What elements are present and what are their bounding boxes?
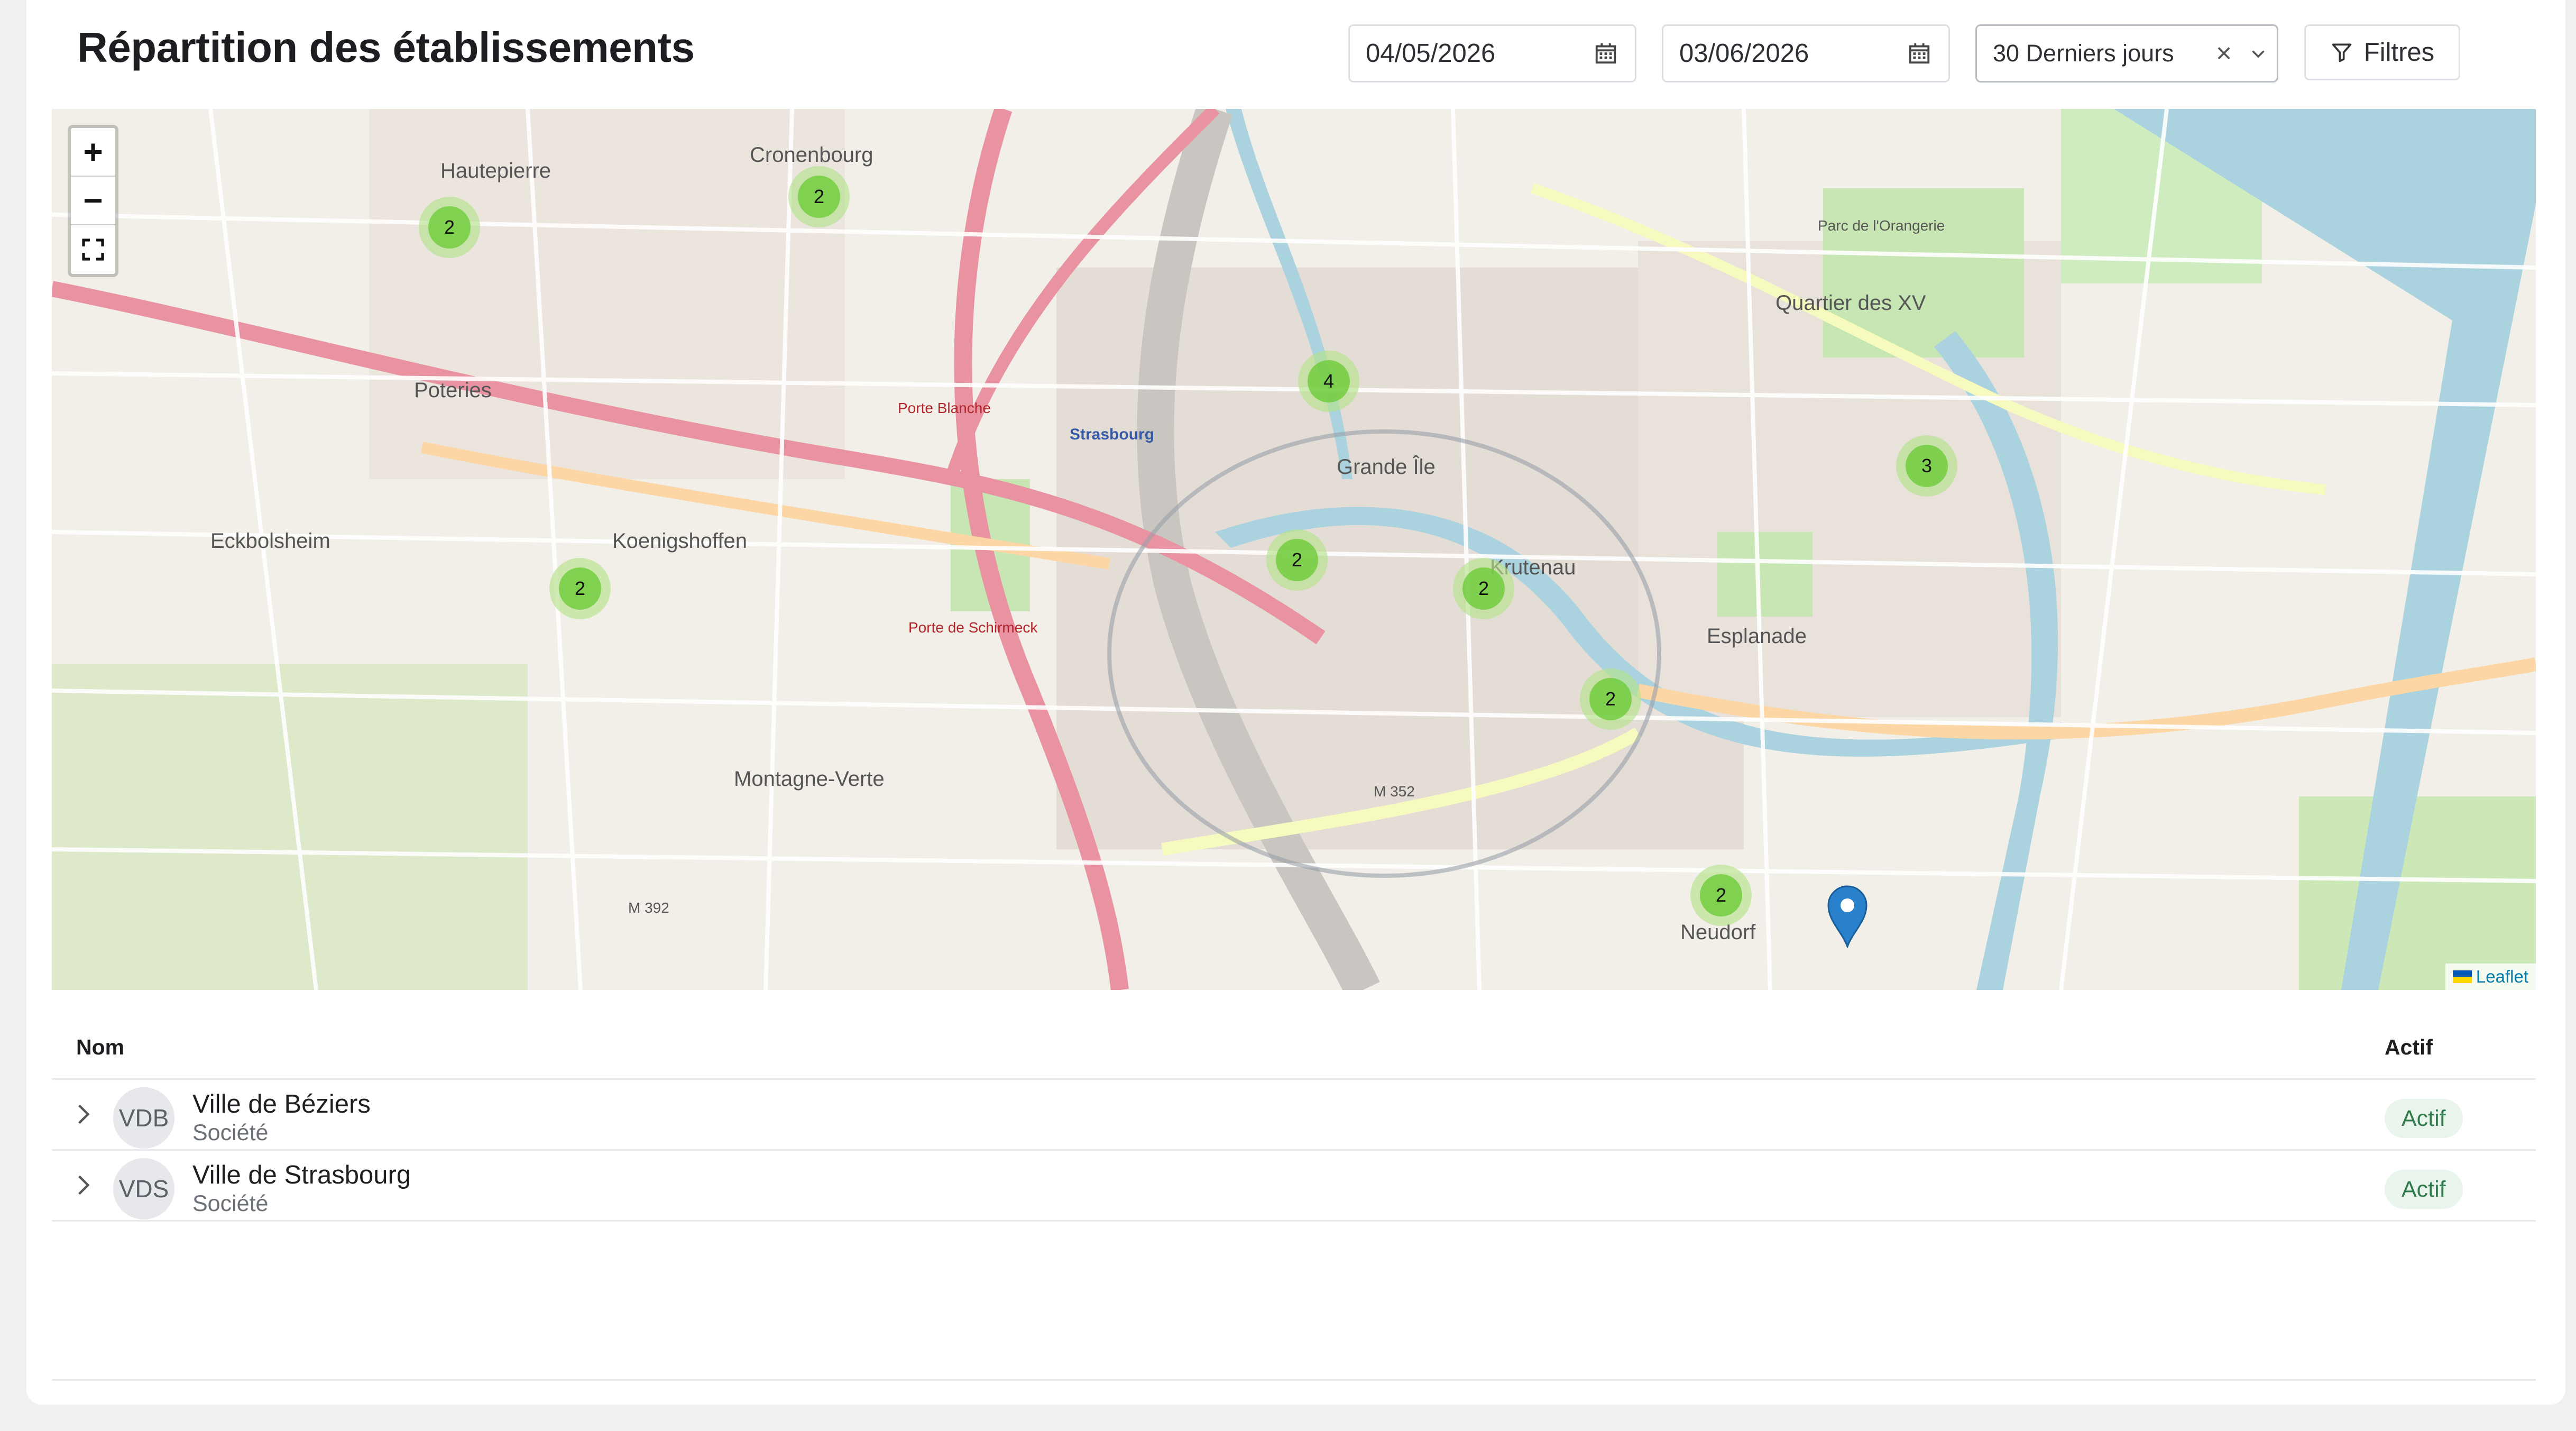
period-value: 30 Derniers jours bbox=[1993, 40, 2174, 67]
calendar-icon[interactable] bbox=[1577, 41, 1635, 66]
cluster-count: 4 bbox=[1308, 360, 1350, 402]
filters-label: Filtres bbox=[2363, 38, 2435, 67]
date-from-value: 04/05/2026 bbox=[1366, 39, 1496, 68]
chevron-right-icon[interactable] bbox=[73, 1101, 94, 1130]
map-cluster[interactable]: 3 bbox=[1896, 435, 1957, 497]
row-type: Société bbox=[192, 1191, 269, 1216]
date-from-field[interactable]: 04/05/2026 bbox=[1348, 24, 1636, 82]
fullscreen-icon bbox=[82, 238, 104, 261]
filters-button[interactable]: Filtres bbox=[2304, 24, 2460, 80]
clear-icon[interactable]: × bbox=[2208, 38, 2240, 69]
cluster-count: 3 bbox=[1906, 445, 1948, 487]
map-cluster[interactable]: 2 bbox=[1580, 668, 1641, 730]
chevron-right-icon[interactable] bbox=[73, 1172, 94, 1201]
map-label: Parc de l'Orangerie bbox=[1818, 217, 1945, 234]
date-to-value: 03/06/2026 bbox=[1679, 39, 1809, 68]
map-label: Strasbourg bbox=[1070, 426, 1154, 443]
row-name: Ville de Béziers bbox=[192, 1090, 371, 1118]
map-label: Cronenbourg bbox=[750, 143, 873, 167]
avatar: VDS bbox=[113, 1158, 174, 1219]
attribution-link[interactable]: Leaflet bbox=[2476, 967, 2528, 987]
zoom-control: + − bbox=[68, 125, 118, 277]
map[interactable]: Cronenbourg Hautepierre Poteries Koenigs… bbox=[52, 109, 2536, 990]
page-title: Répartition des établissements bbox=[77, 24, 695, 71]
map-cluster[interactable]: 2 bbox=[1453, 558, 1514, 619]
map-label: Porte de Schirmeck bbox=[908, 619, 1038, 636]
map-label: Esplanade bbox=[1707, 625, 1807, 648]
column-header-name[interactable]: Nom bbox=[76, 1021, 124, 1074]
map-cluster[interactable]: 2 bbox=[1266, 529, 1328, 591]
cluster-count: 2 bbox=[798, 176, 840, 218]
map-label: Porte Blanche bbox=[898, 400, 991, 416]
cluster-count: 2 bbox=[1276, 539, 1318, 581]
map-cluster[interactable]: 2 bbox=[1690, 865, 1752, 926]
table-row[interactable]: VDB Ville de Béziers Société Actif bbox=[52, 1080, 2536, 1151]
row-type: Société bbox=[192, 1120, 269, 1145]
map-label: Hautepierre bbox=[440, 159, 551, 182]
zoom-out-button[interactable]: − bbox=[71, 177, 115, 225]
map-marker-icon[interactable] bbox=[1826, 884, 1869, 948]
status-badge: Actif bbox=[2385, 1099, 2463, 1138]
map-cluster[interactable]: 2 bbox=[788, 166, 850, 227]
date-to-field[interactable]: 03/06/2026 bbox=[1662, 24, 1950, 82]
map-cluster[interactable]: 2 bbox=[549, 558, 611, 619]
filter-icon bbox=[2332, 43, 2352, 62]
map-label: Koenigshoffen bbox=[612, 529, 747, 553]
map-label: M 392 bbox=[628, 900, 669, 916]
map-label: Poteries bbox=[414, 379, 492, 402]
table-footer-divider bbox=[52, 1379, 2536, 1381]
cluster-count: 2 bbox=[1700, 874, 1742, 916]
calendar-icon[interactable] bbox=[1890, 41, 1948, 66]
status-badge: Actif bbox=[2385, 1170, 2463, 1209]
flag-icon bbox=[2452, 970, 2472, 983]
map-label: Eckbolsheim bbox=[210, 529, 330, 553]
map-attribution[interactable]: Leaflet bbox=[2445, 964, 2536, 990]
cluster-count: 2 bbox=[428, 206, 471, 249]
table-header: Nom Actif bbox=[52, 1021, 2536, 1080]
period-select[interactable]: 30 Derniers jours × bbox=[1975, 24, 2278, 82]
cluster-count: 2 bbox=[1462, 567, 1505, 610]
row-name: Ville de Strasbourg bbox=[192, 1161, 411, 1189]
map-cluster[interactable]: 2 bbox=[419, 197, 480, 258]
map-label: M 352 bbox=[1374, 783, 1415, 800]
map-label: Montagne-Verte bbox=[734, 767, 885, 791]
map-label: Quartier des XV bbox=[1775, 291, 1926, 315]
column-header-active[interactable]: Actif bbox=[2385, 1021, 2433, 1074]
table-row[interactable]: VDS Ville de Strasbourg Société Actif bbox=[52, 1151, 2536, 1222]
map-label: Grande Île bbox=[1337, 455, 1436, 479]
chevron-down-icon[interactable] bbox=[2240, 44, 2277, 63]
cluster-count: 2 bbox=[559, 567, 601, 610]
fullscreen-button[interactable] bbox=[71, 225, 115, 274]
map-cluster[interactable]: 4 bbox=[1298, 351, 1359, 412]
avatar: VDB bbox=[113, 1087, 174, 1149]
zoom-in-button[interactable]: + bbox=[71, 128, 115, 177]
cluster-count: 2 bbox=[1589, 678, 1632, 720]
